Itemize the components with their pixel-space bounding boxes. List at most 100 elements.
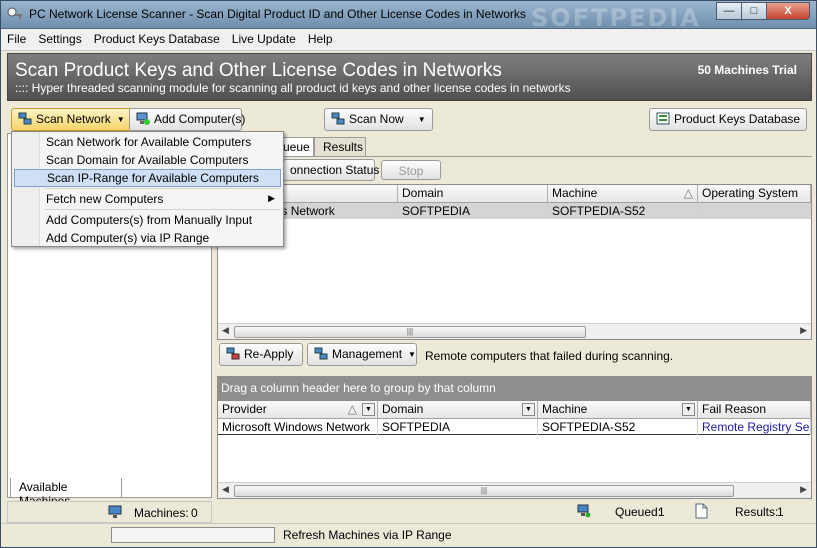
connection-status-dropdown[interactable]: onnection Status▼	[283, 159, 391, 181]
title-bar[interactable]: PC Network License Scanner - Scan Digita…	[1, 1, 816, 32]
queued-label: Queued:	[615, 505, 662, 519]
results-label: Results:	[735, 505, 779, 519]
menu-product-keys-database[interactable]: Product Keys Database	[88, 29, 226, 46]
menu-item-add-ip-range[interactable]: Add Computer(s) via IP Range	[14, 230, 281, 248]
machines-count: 0	[191, 506, 198, 520]
filter-dropdown-icon[interactable]: ▼	[522, 403, 535, 416]
cell-provider: Microsoft Windows Network	[218, 419, 378, 435]
table-row[interactable]: Microsoft Windows Network SOFTPEDIA SOFT…	[218, 419, 811, 435]
menu-live-update[interactable]: Live Update	[226, 29, 302, 46]
tab-results[interactable]: Results	[314, 137, 366, 157]
column-header-operating-system[interactable]: Operating System	[698, 185, 811, 203]
failed-description: Remote computers that failed during scan…	[425, 349, 674, 363]
scroll-left-arrow-icon[interactable]: ◀	[222, 325, 229, 336]
close-button[interactable]: X	[766, 2, 810, 20]
reapply-button[interactable]: Re-Apply	[219, 343, 303, 366]
right-status-bar: Queued: 1 Results: 1	[215, 501, 812, 523]
queue-toolbar: onnection Status▼ Stop	[217, 156, 812, 184]
menu-item-scan-domain[interactable]: Scan Domain for Available Computers	[14, 152, 281, 170]
scroll-right-arrow-icon[interactable]: ▶	[800, 325, 807, 336]
scan-now-button[interactable]: Scan Now ▼	[324, 108, 433, 131]
add-computers-button[interactable]: Add Computer(s)	[129, 108, 245, 131]
sort-ascending-icon: △	[683, 186, 693, 200]
scan-network-label: Scan Network	[36, 112, 111, 126]
product-keys-database-label: Product Keys Database	[674, 112, 801, 126]
table-row[interactable]: oft Windows Network SOFTPEDIA SOFTPEDIA-…	[218, 203, 811, 219]
menu-separator	[44, 209, 280, 210]
column-header-machine[interactable]: Machine ▼	[538, 401, 698, 419]
column-header-domain[interactable]: Domain	[398, 185, 548, 203]
menu-file[interactable]: File	[1, 29, 32, 46]
queued-count: 1	[658, 505, 665, 519]
progress-bar	[111, 527, 275, 543]
cell-fail-reason-link[interactable]: Remote Registry Service	[698, 419, 811, 435]
filter-dropdown-icon[interactable]: ▼	[362, 403, 375, 416]
scroll-left-arrow-icon[interactable]: ◀	[222, 484, 229, 495]
connection-status-label: onnection Status	[290, 163, 380, 177]
column-header-domain[interactable]: Domain ▼	[378, 401, 538, 419]
menu-bar: File Settings Product Keys Database Live Up…	[1, 29, 816, 51]
reapply-label: Re-Apply	[244, 347, 294, 361]
menu-item-scan-network[interactable]: Scan Network for Available Computers	[14, 134, 281, 152]
chevron-down-icon: ▼	[116, 115, 125, 124]
column-header-domain-label: Domain	[382, 402, 424, 416]
key-app-icon	[7, 7, 22, 19]
add-computer-icon	[136, 112, 150, 125]
queue-grid: er Domain Machine△ Operating System oft …	[217, 184, 812, 340]
cell-operating-system	[698, 203, 811, 219]
left-status-bar: Machines: 0	[7, 501, 212, 523]
scrollbar-thumb[interactable]: |||	[234, 326, 586, 338]
fetch-new-computers-label: Fetch new Computers	[46, 192, 164, 206]
queue-computer-icon	[577, 504, 591, 518]
stop-button[interactable]: Stop	[381, 160, 441, 180]
scan-icon	[331, 112, 345, 125]
machines-label: Machines:	[134, 506, 189, 520]
cell-domain: SOFTPEDIA	[398, 203, 548, 219]
submenu-arrow-icon: ▶	[268, 193, 275, 203]
column-header-provider-label: Provider	[222, 402, 267, 416]
scroll-right-arrow-icon[interactable]: ▶	[800, 484, 807, 495]
window-title: PC Network License Scanner - Scan Digita…	[29, 7, 526, 21]
banner-title: Scan Product Keys and Other License Code…	[15, 60, 502, 81]
column-header-machine[interactable]: Machine △	[548, 185, 698, 203]
sort-ascending-icon: △	[347, 402, 357, 416]
chevron-down-icon: ▼	[408, 350, 416, 359]
group-by-area[interactable]: Drag a column header here to group by th…	[217, 376, 812, 400]
cell-machine: SOFTPEDIA-S52	[548, 203, 698, 219]
cell-domain: SOFTPEDIA	[378, 419, 538, 435]
queue-grid-header: er Domain Machine△ Operating System	[218, 185, 811, 203]
menu-item-add-manual[interactable]: Add Computers(s) from Manually Input	[14, 212, 281, 230]
column-header-fail-reason[interactable]: Fail Reason	[698, 401, 811, 419]
failed-grid: Provider △ ▼ Domain ▼ Machine ▼ Fail Reason …	[217, 400, 812, 499]
watermark: SOFTPEDIA	[531, 4, 701, 32]
minimize-button[interactable]: —	[716, 2, 742, 20]
main-window: PC Network License Scanner - Scan Digita…	[0, 0, 817, 548]
menu-item-scan-ip-range[interactable]: Scan IP-Range for Available Computers	[14, 169, 281, 187]
management-button[interactable]: Management ▼	[307, 343, 417, 366]
window-controls: — □ X	[716, 2, 810, 20]
banner-subtitle: :::: Hyper threaded scanning module for …	[15, 81, 571, 95]
filter-dropdown-icon[interactable]: ▼	[682, 403, 695, 416]
scan-now-label: Scan Now	[349, 112, 404, 126]
scan-network-button[interactable]: Scan Network ▼	[11, 108, 132, 131]
menu-settings[interactable]: Settings	[32, 29, 87, 46]
tab-available-machines[interactable]: Available Machines	[10, 478, 122, 508]
horizontal-scrollbar[interactable]: ◀ ||| ▶	[218, 482, 811, 498]
scrollbar-thumb[interactable]: |||	[234, 485, 734, 497]
management-label: Management	[332, 347, 403, 361]
horizontal-scrollbar[interactable]: ◀ ||| ▶	[218, 323, 811, 339]
trial-label: 50 Machines Trial	[697, 63, 797, 77]
document-icon	[695, 503, 708, 519]
menu-item-fetch-new-computers[interactable]: Fetch new Computers ▶	[14, 191, 281, 209]
maximize-button[interactable]: □	[741, 2, 767, 20]
management-icon	[314, 347, 328, 360]
product-keys-database-button[interactable]: Product Keys Database	[649, 108, 807, 131]
reapply-icon	[226, 347, 240, 360]
menu-help[interactable]: Help	[302, 29, 339, 46]
menu-separator	[44, 188, 280, 189]
bottom-status-text: Refresh Machines via IP Range	[283, 528, 452, 542]
results-count: 1	[777, 505, 784, 519]
column-header-provider[interactable]: Provider △ ▼	[218, 401, 378, 419]
bottom-status-bar: Refresh Machines via IP Range	[1, 523, 816, 547]
network-icon	[18, 112, 32, 125]
